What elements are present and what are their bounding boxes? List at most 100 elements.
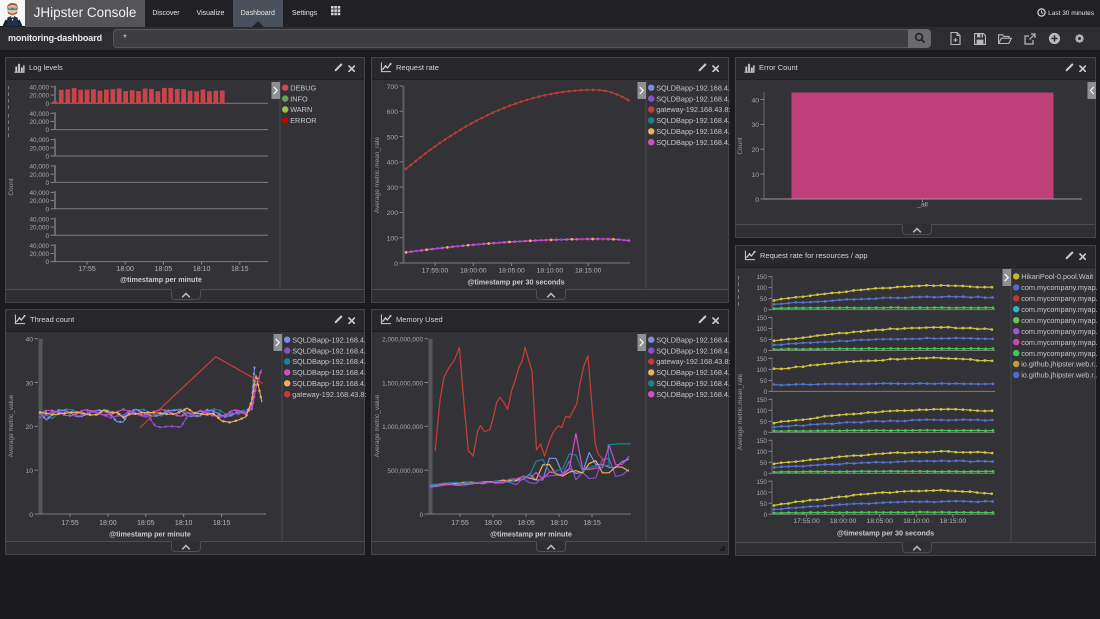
svg-text:40,000: 40,000 [29, 111, 49, 118]
svg-text:18:15: 18:15 [583, 520, 601, 527]
svg-text:100: 100 [756, 285, 767, 292]
svg-text:gateway-192.168.43.8:...: gateway-192.168.43.8:... [656, 357, 730, 366]
svg-text:30: 30 [25, 380, 33, 387]
svg-text:150: 150 [756, 397, 767, 404]
svg-text:400: 400 [387, 160, 399, 167]
svg-text:18:05: 18:05 [137, 520, 155, 527]
svg-text:50: 50 [760, 501, 768, 508]
svg-text:17:55: 17:55 [451, 520, 469, 527]
svg-text:Average metric_value: Average metric_value [8, 394, 15, 457]
svg-text:150: 150 [756, 479, 767, 486]
svg-text:20: 20 [25, 424, 33, 431]
svg-text:18:00: 18:00 [484, 520, 502, 527]
svg-text:18:10: 18:10 [193, 266, 211, 273]
svg-text:200: 200 [387, 210, 399, 217]
svg-text:0: 0 [763, 389, 767, 396]
svg-text:18:05:00: 18:05:00 [866, 518, 893, 525]
svg-text:com.mycompany.myap...: com.mycompany.myap... [1021, 338, 1097, 347]
svg-text:18:10:00: 18:10:00 [537, 268, 564, 275]
svg-text:com.mycompany.myap...: com.mycompany.myap... [1021, 327, 1097, 336]
svg-text:20,000: 20,000 [29, 172, 49, 179]
svg-text:50: 50 [760, 337, 768, 344]
svg-text:100: 100 [387, 236, 399, 243]
svg-text:SQLDBapp-192.168.4...: SQLDBapp-192.168.4... [656, 390, 730, 399]
svg-text:18:15: 18:15 [231, 266, 249, 273]
svg-text:18:05: 18:05 [155, 266, 173, 273]
svg-text:20,000: 20,000 [29, 119, 49, 126]
svg-text:0: 0 [45, 233, 49, 240]
svg-text:0: 0 [755, 197, 759, 204]
svg-text:SQLDBapp-192.168.4...: SQLDBapp-192.168.4... [292, 357, 366, 366]
svg-text:SQLDBapp-192.168.4...: SQLDBapp-192.168.4... [656, 138, 730, 147]
svg-text:SQLDBapp-192.168.4...: SQLDBapp-192.168.4... [656, 83, 730, 92]
svg-text:_all: _all [916, 202, 928, 209]
svg-text:150: 150 [756, 274, 767, 281]
svg-text:SQLDBapp-192.168.4...: SQLDBapp-192.168.4... [656, 94, 730, 103]
svg-text:18:10: 18:10 [550, 520, 568, 527]
svg-text:40,000: 40,000 [29, 164, 49, 171]
svg-text:150: 150 [756, 356, 767, 363]
svg-text:50: 50 [760, 378, 768, 385]
svg-text:ERROR: ERROR [290, 116, 316, 125]
svg-text:@timestamp per 30 seconds: @timestamp per 30 seconds [467, 278, 564, 287]
svg-text:100: 100 [756, 408, 767, 415]
svg-text:0: 0 [763, 430, 767, 437]
svg-text:0: 0 [45, 180, 49, 187]
svg-text:gateway-192.168.43.8:...: gateway-192.168.43.8:... [656, 105, 730, 114]
svg-text:Count: Count [8, 178, 15, 196]
svg-text:SQLDBapp-192.168.4...: SQLDBapp-192.168.4... [292, 368, 366, 377]
svg-text:Count: Count [737, 137, 744, 155]
svg-text:@timestamp per minute: @timestamp per minute [120, 275, 202, 284]
svg-text:DEBUG: DEBUG [290, 83, 316, 92]
svg-text:HikariPool-0.pool.Wait: HikariPool-0.pool.Wait [1021, 272, 1093, 281]
svg-text:18:05:00: 18:05:00 [498, 268, 525, 275]
svg-text:0: 0 [419, 512, 423, 519]
svg-text:20,000: 20,000 [29, 251, 49, 258]
svg-text:20,000: 20,000 [29, 198, 49, 205]
svg-text:SQLDBapp-192.168.4...: SQLDBapp-192.168.4... [656, 335, 730, 344]
svg-text:0: 0 [45, 154, 49, 161]
svg-text:0: 0 [29, 512, 33, 519]
svg-text:150: 150 [756, 438, 767, 445]
svg-text:18:15:00: 18:15:00 [575, 268, 602, 275]
svg-text:SQLDBapp-192.168.4...: SQLDBapp-192.168.4... [656, 379, 730, 388]
svg-text:INFO: INFO [290, 94, 308, 103]
svg-text:0: 0 [45, 127, 49, 134]
svg-text:SQLDBapp-192.168.4...: SQLDBapp-192.168.4... [656, 116, 730, 125]
svg-text:0: 0 [763, 307, 767, 314]
svg-text:18:00: 18:00 [116, 266, 134, 273]
svg-text:10: 10 [751, 172, 759, 179]
svg-text:20,000: 20,000 [29, 93, 49, 100]
svg-text:0: 0 [394, 261, 398, 268]
svg-text:40,000: 40,000 [29, 84, 49, 91]
svg-text:@timestamp per 30 seconds: @timestamp per 30 seconds [837, 529, 934, 538]
svg-text:100: 100 [756, 490, 767, 497]
svg-text:Average metric.mean_rate: Average metric.mean_rate [374, 136, 381, 213]
svg-text:Average metric.mean_rate: Average metric.mean_rate [737, 373, 744, 450]
svg-text:50: 50 [760, 296, 768, 303]
svg-text:com.mycompany.myap...: com.mycompany.myap... [1021, 294, 1097, 303]
svg-text:17:55:00: 17:55:00 [422, 268, 449, 275]
svg-text:WARN: WARN [290, 105, 312, 114]
svg-text:0: 0 [45, 101, 49, 108]
svg-text:com.mycompany.myap...: com.mycompany.myap... [1021, 349, 1097, 358]
svg-text:18:15: 18:15 [213, 520, 231, 527]
svg-text:100: 100 [756, 449, 767, 456]
svg-text:18:00:00: 18:00:00 [830, 518, 857, 525]
svg-text:1,500,000,000: 1,500,000,000 [382, 380, 423, 387]
svg-text:20,000: 20,000 [29, 225, 49, 232]
svg-text:100: 100 [756, 367, 767, 374]
svg-text:SQLDBapp-192.168.4...: SQLDBapp-192.168.4... [292, 379, 366, 388]
svg-text:com.mycompany.myap...: com.mycompany.myap... [1021, 283, 1097, 292]
svg-text:40,000: 40,000 [29, 243, 49, 250]
svg-text:0: 0 [763, 348, 767, 355]
svg-text:40,000: 40,000 [29, 190, 49, 197]
svg-text:18:15:00: 18:15:00 [940, 518, 967, 525]
svg-text:@timestamp per minute: @timestamp per minute [109, 529, 191, 538]
svg-text:17:55: 17:55 [61, 520, 79, 527]
svg-text:@timestamp per minute: @timestamp per minute [490, 529, 572, 538]
svg-text:SQLDBapp-192.168.4...: SQLDBapp-192.168.4... [656, 127, 730, 136]
svg-text:30: 30 [751, 122, 759, 129]
svg-text:50: 50 [760, 460, 768, 467]
svg-text:17:55:00: 17:55:00 [793, 518, 820, 525]
